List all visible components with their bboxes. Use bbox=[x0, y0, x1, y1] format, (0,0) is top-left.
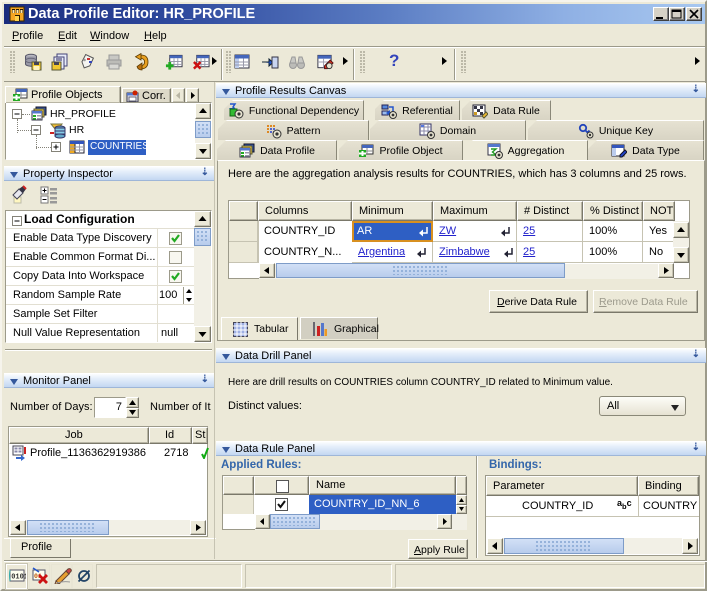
svg-text:0101: 0101 bbox=[11, 574, 26, 582]
